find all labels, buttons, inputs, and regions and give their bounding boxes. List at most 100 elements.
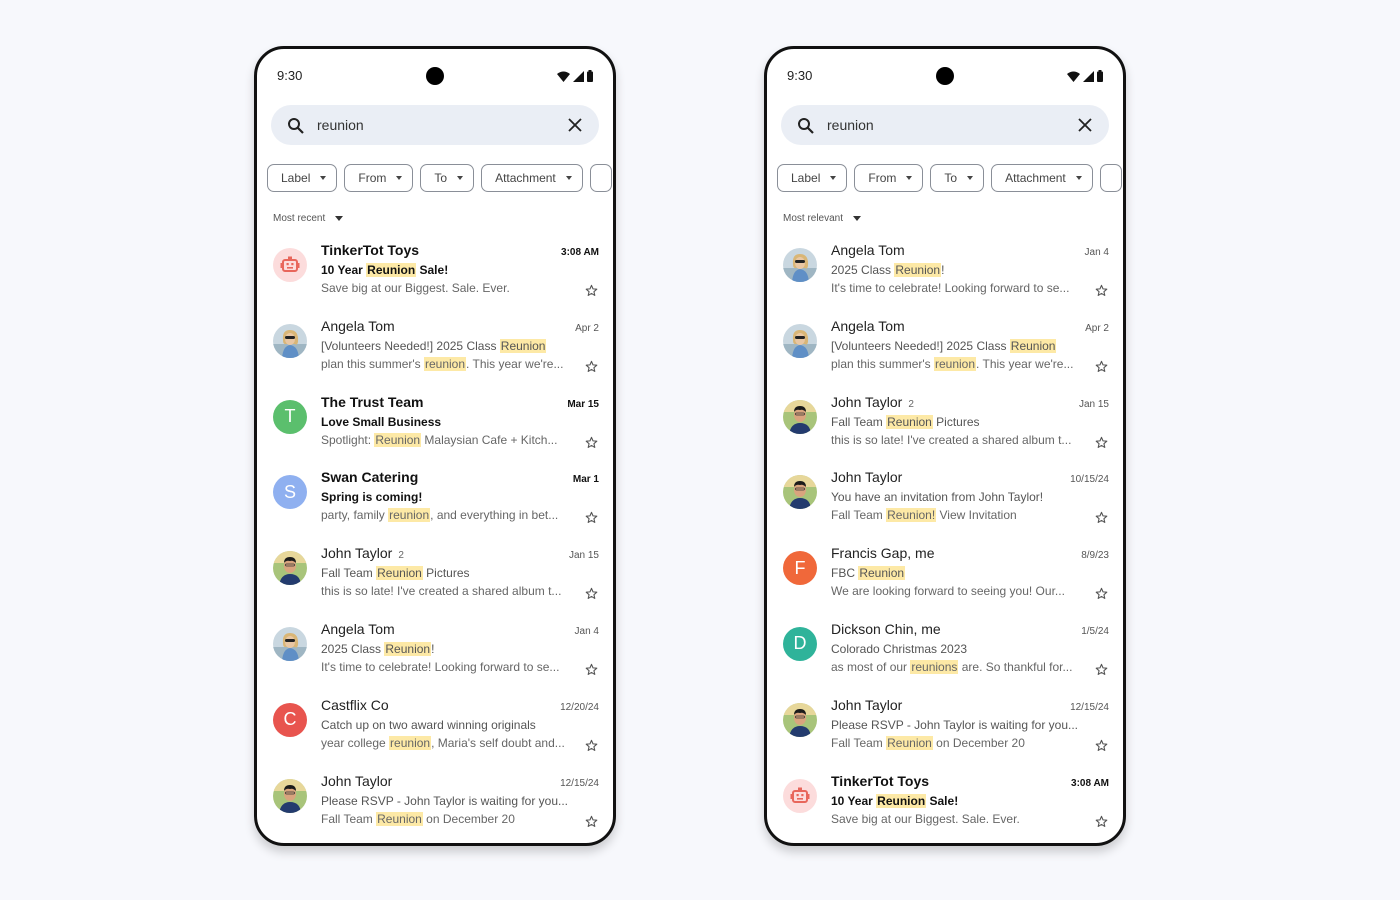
sender-name: John Taylor xyxy=(831,696,903,713)
email-snippet: Fall Team Reunion on December 20 xyxy=(321,810,599,828)
email-date: Jan 15 xyxy=(568,550,599,562)
text-segment: , and everything in bet... xyxy=(430,508,559,523)
star-icon[interactable] xyxy=(1095,436,1109,450)
search-bar[interactable] xyxy=(781,105,1109,145)
avatar-letter[interactable]: F xyxy=(783,551,817,586)
sort-dropdown[interactable]: Most relevant xyxy=(783,213,862,224)
filter-chip-more[interactable] xyxy=(589,164,612,192)
close-icon[interactable] xyxy=(1075,115,1095,135)
email-snippet: It's time to celebrate! Looking forward … xyxy=(831,279,1109,297)
search-input[interactable] xyxy=(827,117,1075,133)
avatar-photo[interactable] xyxy=(783,399,817,434)
avatar-photo[interactable] xyxy=(273,551,307,586)
star-icon[interactable] xyxy=(1095,360,1109,374)
text-segment: Catch up on two award winning originals xyxy=(321,717,536,732)
email-list-item[interactable]: T The Trust Team Mar 15 Love Small Busin… xyxy=(257,394,613,470)
text-segment: Fall Team xyxy=(321,566,377,581)
star-icon[interactable] xyxy=(585,284,599,298)
avatar-photo[interactable] xyxy=(783,475,817,510)
avatar-robot-icon[interactable] xyxy=(783,778,817,813)
filter-chip-label[interactable]: Label xyxy=(267,164,338,192)
email-list-item[interactable]: John Taylor 12/15/24 Please RSVP - John … xyxy=(767,697,1123,773)
star-icon[interactable] xyxy=(585,360,599,374)
filter-chip-more[interactable] xyxy=(1099,164,1122,192)
filter-chip-from[interactable]: From xyxy=(344,164,414,192)
email-list-item[interactable]: John Taylor 2 Jan 15 Fall Team Reunion Pi… xyxy=(257,545,613,621)
email-list-item[interactable]: John Taylor 2 Jan 15 Fall Team Reunion Pi… xyxy=(767,394,1123,470)
email-date: Jan 4 xyxy=(1084,247,1109,258)
star-icon[interactable] xyxy=(585,436,599,450)
star-icon[interactable] xyxy=(1095,815,1109,829)
search-highlight: Reunion xyxy=(858,566,906,581)
close-icon[interactable] xyxy=(565,115,585,135)
filter-chip-attachment[interactable]: Attachment xyxy=(481,164,583,192)
star-icon[interactable] xyxy=(1095,284,1109,298)
chip-label: Attachment xyxy=(495,171,556,185)
star-icon[interactable] xyxy=(585,815,599,829)
text-segment: on December 20 xyxy=(932,735,1025,750)
avatar-photo[interactable] xyxy=(273,323,307,358)
search-input[interactable] xyxy=(317,117,565,133)
filter-chip-label[interactable]: Label xyxy=(777,164,848,192)
search-highlight: Reunion xyxy=(499,338,547,353)
filter-chip-from[interactable]: From xyxy=(854,164,924,192)
avatar-photo[interactable] xyxy=(273,626,307,661)
sort-label: Most recent xyxy=(273,213,326,224)
caret-down-icon xyxy=(853,216,862,221)
text-segment: Sale! xyxy=(416,263,449,277)
search-highlight: reunion xyxy=(388,508,431,523)
text-segment: 10 Year xyxy=(321,263,367,277)
star-icon[interactable] xyxy=(585,739,599,753)
email-list-item[interactable]: Angela Tom Jan 4 2025 Class Reunion! It'… xyxy=(767,242,1123,318)
avatar-photo[interactable] xyxy=(273,778,307,813)
filter-chip-to[interactable]: To xyxy=(930,164,985,192)
text-segment: 2025 Class xyxy=(831,263,895,277)
email-snippet: party, family reunion, and everything in… xyxy=(321,506,599,524)
avatar-photo[interactable] xyxy=(783,248,817,282)
star-icon[interactable] xyxy=(1095,587,1109,601)
email-list-item[interactable]: Angela Tom Apr 2 [Volunteers Needed!] 20… xyxy=(767,318,1123,394)
battery-icon xyxy=(587,70,593,82)
avatar-robot-icon[interactable] xyxy=(273,248,307,282)
filter-chip-to[interactable]: To xyxy=(420,164,475,192)
email-list-item[interactable]: F Francis Gap, me 8/9/23 FBC Reunion We … xyxy=(767,545,1123,621)
star-icon[interactable] xyxy=(1095,511,1109,525)
text-segment: Please RSVP - John Taylor is waiting for… xyxy=(321,793,569,808)
star-icon[interactable] xyxy=(1095,663,1109,677)
email-date: 10/15/24 xyxy=(1070,474,1109,486)
star-icon[interactable] xyxy=(585,511,599,525)
search-icon[interactable] xyxy=(795,115,815,135)
email-list-item[interactable]: John Taylor 12/15/24 Please RSVP - John … xyxy=(257,773,613,843)
email-list-item[interactable]: TinkerTot Toys 3:08 AM 10 Year Reunion S… xyxy=(767,773,1123,843)
avatar-letter[interactable]: T xyxy=(273,399,307,434)
sort-dropdown[interactable]: Most recent xyxy=(273,213,344,224)
avatar-letter[interactable]: C xyxy=(273,702,307,737)
email-subject: 10 Year Reunion Sale! xyxy=(321,261,599,279)
sender-name: John Taylor 2 xyxy=(321,545,404,562)
text-segment: 2025 Class xyxy=(321,641,385,656)
email-snippet: It's time to celebrate! Looking forward … xyxy=(321,658,599,676)
email-list-item[interactable]: Angela Tom Jan 4 2025 Class Reunion! It'… xyxy=(257,621,613,697)
search-icon[interactable] xyxy=(285,115,305,135)
email-list-item[interactable]: S Swan Catering Mar 1 Spring is coming! … xyxy=(257,469,613,545)
search-highlight: reunion xyxy=(934,356,977,371)
email-list-item[interactable]: John Taylor 10/15/24 You have an invitat… xyxy=(767,469,1123,545)
star-icon[interactable] xyxy=(1095,739,1109,753)
avatar-letter[interactable]: D xyxy=(783,626,817,661)
search-bar[interactable] xyxy=(271,105,599,145)
filter-chip-attachment[interactable]: Attachment xyxy=(991,164,1093,192)
avatar-photo[interactable] xyxy=(783,323,817,358)
star-icon[interactable] xyxy=(585,587,599,601)
email-list-item[interactable]: TinkerTot Toys 3:08 AM 10 Year Reunion S… xyxy=(257,242,613,318)
email-list-item[interactable]: C Castflix Co 12/20/24 Catch up on two a… xyxy=(257,697,613,773)
thread-count: 2 xyxy=(908,398,914,410)
caret-down-icon xyxy=(830,176,837,180)
star-icon[interactable] xyxy=(585,663,599,677)
avatar-letter[interactable]: S xyxy=(273,475,307,510)
email-snippet: as most of our reunions are. So thankful… xyxy=(831,658,1109,676)
phone-right: 9:30 Label From To Attachment Most relevant… xyxy=(764,46,1126,846)
search-highlight: Reunion xyxy=(384,641,432,656)
avatar-photo[interactable] xyxy=(783,702,817,737)
email-list-item[interactable]: D Dickson Chin, me 1/5/24 Colorado Chris… xyxy=(767,621,1123,697)
email-list-item[interactable]: Angela Tom Apr 2 [Volunteers Needed!] 20… xyxy=(257,318,613,394)
